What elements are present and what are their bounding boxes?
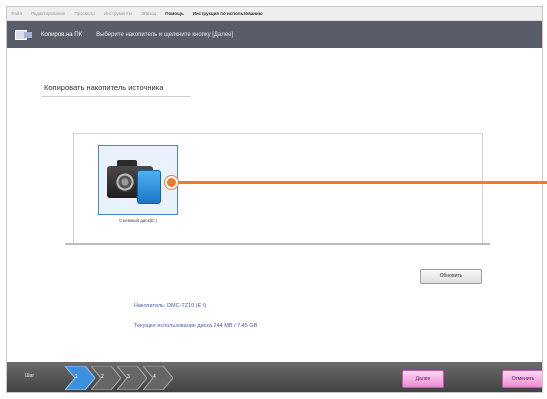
app-window: Файл Редактирование Просмотр Инструменты…	[6, 6, 543, 393]
drive-list-panel: Съемный диск(E:)	[73, 133, 483, 245]
menu-item-help[interactable]: Помощь	[165, 11, 184, 16]
drive-info: Накопитель: DMC-TZ10 (E:\)	[134, 303, 207, 309]
menu-item-file[interactable]: Файл	[11, 11, 22, 16]
step-label: Шаг	[25, 373, 35, 379]
menu-item-view[interactable]: Просмотр	[74, 11, 95, 16]
disk-usage-info: Текущее использование диска 244 MB / 7.4…	[134, 323, 258, 329]
refresh-button[interactable]: Обновить	[420, 269, 482, 284]
title-bar: Копиров.на ПК Выберите накопитель и щелк…	[7, 21, 542, 48]
next-button[interactable]: Далее	[402, 370, 444, 388]
copy-to-pc-icon	[15, 28, 33, 42]
menu-bar: Файл Редактирование Просмотр Инструменты…	[7, 7, 542, 21]
sd-card-icon	[137, 170, 161, 204]
section-divider	[41, 96, 191, 97]
window-title: Копиров.на ПК	[41, 31, 83, 38]
callout-dot	[165, 176, 178, 189]
menu-item-edit[interactable]: Редактирование	[31, 11, 65, 16]
instruction-text: Выберите накопитель и щелкните кнопку [Д…	[96, 31, 234, 38]
panel-divider	[65, 243, 490, 245]
step-4: 4	[143, 366, 173, 390]
menu-item-episode[interactable]: Эпизод	[141, 11, 156, 16]
menu-item-manual[interactable]: Инструкция по использованию	[193, 11, 263, 16]
section-title: Копировать накопитель источника	[44, 83, 164, 92]
cancel-button[interactable]: Отменить	[502, 370, 542, 388]
menu-item-tools[interactable]: Инструменты	[104, 11, 132, 16]
callout-line	[176, 181, 547, 184]
wizard-footer: Шаг 1 2 3 4 Далее Отменить	[7, 362, 542, 392]
drive-label: Съемный диск(E:)	[119, 218, 157, 223]
step-indicator: 1 2 3 4	[65, 366, 173, 390]
